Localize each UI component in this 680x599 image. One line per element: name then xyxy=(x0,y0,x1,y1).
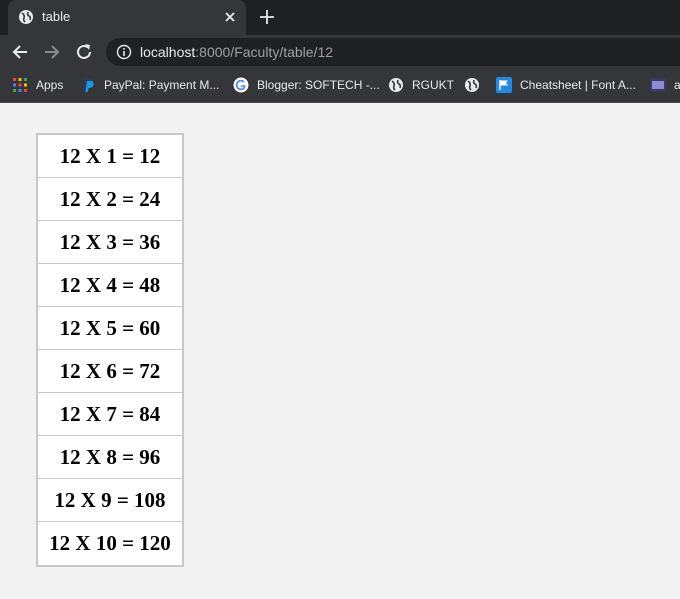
apps-grid-icon xyxy=(13,78,27,92)
table-row: 12 X 8 = 96 xyxy=(38,436,182,479)
table-row: 12 X 9 = 108 xyxy=(38,479,182,522)
globe-icon xyxy=(465,78,479,92)
info-icon[interactable] xyxy=(116,44,132,60)
flag-icon xyxy=(496,77,512,93)
table-row: 12 X 5 = 60 xyxy=(38,307,182,350)
back-icon[interactable] xyxy=(9,41,31,63)
browser-toolbar: localhost:8000/Faculty/table/12 xyxy=(0,35,680,69)
media-icon xyxy=(650,78,666,92)
bookmark-label: PayPal: Payment M... xyxy=(104,78,220,92)
table-row: 12 X 10 = 120 xyxy=(38,522,182,565)
table-cell: 12 X 3 = 36 xyxy=(38,221,182,264)
table-cell: 12 X 2 = 24 xyxy=(38,178,182,221)
bookmark-apps[interactable]: Apps xyxy=(12,77,63,95)
table-cell: 12 X 7 = 84 xyxy=(38,393,182,436)
bookmark-globe[interactable] xyxy=(464,77,488,95)
address-bar[interactable]: localhost:8000/Faculty/table/12 xyxy=(106,38,680,66)
bookmark-paypal[interactable]: PayPal: Payment M... xyxy=(80,77,219,95)
table-row: 12 X 4 = 48 xyxy=(38,264,182,307)
table-cell: 12 X 4 = 48 xyxy=(38,264,182,307)
bookmark-rgukt[interactable]: RGUKT xyxy=(388,77,454,95)
tab-strip: table xyxy=(0,0,680,35)
url-text[interactable]: localhost:8000/Faculty/table/12 xyxy=(140,44,333,60)
bookmark-label: Apps xyxy=(36,78,64,92)
close-icon[interactable] xyxy=(222,9,238,25)
table-cell: 12 X 5 = 60 xyxy=(38,307,182,350)
bookmarks-bar: Apps PayPal: Payment M... Blogger: SOFTE… xyxy=(0,69,680,103)
bookmark-label: RGUKT xyxy=(412,78,454,92)
globe-icon xyxy=(19,10,33,24)
bookmark-label: a xyxy=(674,78,680,92)
multiplication-table: 12 X 1 = 12 12 X 2 = 24 12 X 3 = 36 12 X… xyxy=(36,133,184,567)
table-row: 12 X 2 = 24 xyxy=(38,178,182,221)
table-row: 12 X 6 = 72 xyxy=(38,350,182,393)
bookmark-cheatsheet[interactable]: Cheatsheet | Font A... xyxy=(496,77,636,95)
table-cell: 12 X 1 = 12 xyxy=(38,135,182,178)
table-cell: 12 X 6 = 72 xyxy=(38,350,182,393)
globe-icon xyxy=(389,78,403,92)
table-row: 12 X 3 = 36 xyxy=(38,221,182,264)
browser-tab[interactable]: table xyxy=(8,0,246,35)
bookmark-label: Cheatsheet | Font A... xyxy=(520,78,636,92)
google-icon xyxy=(233,77,249,93)
table-cell: 12 X 9 = 108 xyxy=(38,479,182,522)
bookmark-label: Blogger: SOFTECH -... xyxy=(257,78,380,92)
table-row: 12 X 7 = 84 xyxy=(38,393,182,436)
tab-title: table xyxy=(42,9,71,24)
forward-icon[interactable] xyxy=(41,41,63,63)
url-host: localhost xyxy=(140,44,196,60)
new-tab-icon[interactable] xyxy=(258,8,276,26)
paypal-icon xyxy=(83,79,94,92)
table-cell: 12 X 10 = 120 xyxy=(49,531,171,555)
url-path: :8000/Faculty/table/12 xyxy=(195,44,334,60)
bookmark-blogger[interactable]: Blogger: SOFTECH -... xyxy=(233,77,380,95)
table-cell: 12 X 8 = 96 xyxy=(38,436,182,479)
bookmark-media[interactable]: a xyxy=(650,77,680,95)
reload-icon[interactable] xyxy=(73,41,95,63)
table-row: 12 X 1 = 12 xyxy=(38,135,182,178)
